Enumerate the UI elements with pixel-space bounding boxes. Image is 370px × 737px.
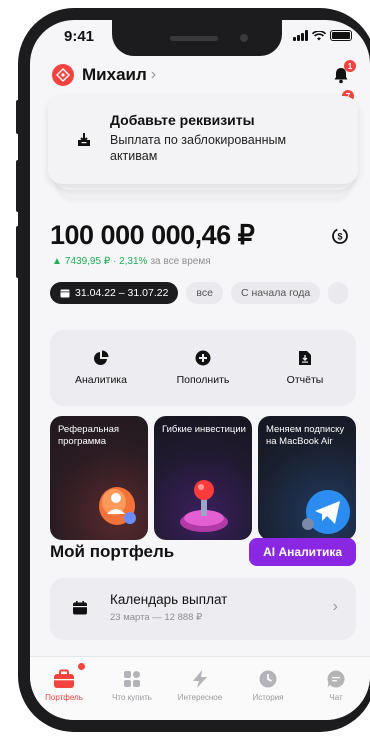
change-value: 7439,95 ₽ · 2,31% — [64, 256, 148, 267]
filter-chip-all[interactable]: все — [186, 282, 223, 304]
tab-interesting[interactable]: Интересное — [169, 669, 231, 720]
avatar[interactable] — [52, 64, 74, 86]
payment-calendar-card[interactable]: Календарь выплат 23 марта — 12 888 ₽ › — [50, 578, 356, 640]
triangle-up-icon: ▲ — [52, 256, 62, 267]
filter-chip-more[interactable] — [328, 282, 349, 304]
portfolio-balance: 100 000 000,46 ₽ — [50, 220, 255, 250]
ai-analytics-button[interactable]: AI Аналитика — [249, 538, 356, 566]
calendar-subtitle: 23 марта — 12 888 ₽ — [110, 612, 203, 623]
currency-switch-icon[interactable]: $ — [330, 226, 350, 246]
wifi-icon — [312, 30, 326, 40]
period-filters: 31.04.22 – 31.07.22 все С начала года — [50, 282, 349, 304]
portfolio-title: Мой портфель — [50, 542, 175, 561]
referral-illustration — [99, 487, 136, 525]
tab-what-to-buy[interactable]: Что купить — [101, 669, 163, 720]
username[interactable]: Михаил — [82, 65, 147, 85]
joystick-illustration — [180, 480, 228, 532]
analytics-button[interactable]: Аналитика — [56, 350, 146, 386]
notch — [112, 20, 282, 56]
grid-icon — [124, 671, 140, 687]
bottom-tab-bar: Портфель Что купить Интересное История Ч… — [30, 656, 370, 720]
telegram-illustration — [302, 490, 350, 534]
volume-down-button — [16, 226, 22, 278]
status-icons — [293, 30, 352, 41]
tab-chat[interactable]: Чат — [305, 669, 367, 720]
chevron-right-icon: › — [332, 598, 338, 615]
promo-subtitle: Выплата по заблокированным активам — [110, 133, 287, 163]
clock-icon — [259, 670, 277, 688]
add-details-card[interactable]: Добавьте реквизиты Выплата по заблокиров… — [48, 96, 358, 184]
calendar-title: Календарь выплат — [110, 592, 228, 607]
battery-icon — [330, 30, 352, 41]
pie-chart-icon — [94, 350, 109, 365]
stories-carousel: Реферальная программа Гибкие инвестиции … — [50, 416, 356, 540]
filter-chip-ytd[interactable]: С начала года — [230, 282, 321, 304]
profile-header[interactable]: Михаил › — [52, 64, 156, 86]
story-card-flexible-investments[interactable]: Гибкие инвестиции — [154, 416, 252, 540]
tab-dot — [78, 663, 85, 670]
reports-button[interactable]: Отчёты — [260, 350, 350, 386]
volume-up-button — [16, 160, 22, 212]
calendar-icon — [60, 289, 70, 298]
status-time: 9:41 — [64, 28, 95, 45]
story-card-referral[interactable]: Реферальная программа — [50, 416, 148, 540]
chat-icon — [327, 670, 345, 688]
lightning-icon — [193, 670, 207, 688]
briefcase-icon — [54, 669, 74, 688]
tab-portfolio[interactable]: Портфель — [33, 663, 95, 720]
mute-switch — [16, 100, 22, 134]
document-download-icon — [299, 351, 311, 365]
signal-icon — [293, 30, 308, 41]
top-up-button[interactable]: Пополнить — [158, 350, 248, 386]
chevron-right-icon: › — [150, 66, 157, 83]
calendar-icon — [73, 601, 87, 615]
logo-icon — [56, 68, 70, 82]
quick-actions: Аналитика Пополнить Отчёты — [50, 330, 356, 406]
download-tray-icon — [78, 133, 90, 146]
notifications-button[interactable]: 1 7 — [330, 60, 356, 102]
change-period: за все время — [150, 256, 211, 267]
plus-circle-icon — [195, 350, 211, 366]
promo-title: Добавьте реквизиты — [110, 112, 255, 128]
svg-text:$: $ — [337, 232, 342, 242]
story-card-macbook[interactable]: Меняем подписку на MacBook Air — [258, 416, 356, 540]
filter-chip-date-range[interactable]: 31.04.22 – 31.07.22 — [50, 282, 179, 304]
balance-change: ▲ 7439,95 ₽ · 2,31% за все время — [52, 256, 211, 267]
app-screen: 9:41 Михаил › 1 7 — [30, 20, 370, 720]
notification-badge: 1 — [344, 60, 356, 72]
tab-history[interactable]: История — [237, 669, 299, 720]
